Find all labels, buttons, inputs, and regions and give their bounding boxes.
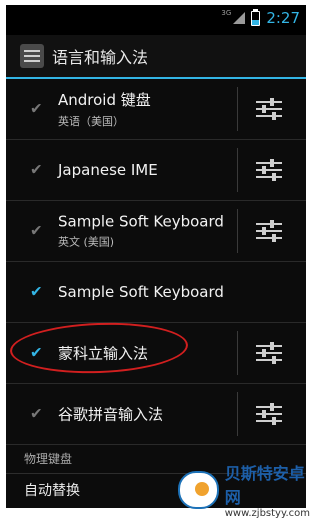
row-divider (237, 209, 238, 253)
input-method-text: Sample Soft Keyboard 英文 (美国) (58, 213, 224, 250)
row-divider (237, 392, 238, 436)
page-title: 语言和输入法 (52, 48, 149, 67)
watermark-name: 贝斯特安卓网 (224, 464, 305, 507)
row-divider (237, 87, 238, 131)
battery-icon (251, 8, 261, 26)
checkbox-icon[interactable]: ✔ (30, 101, 45, 117)
settings-sliders-icon[interactable] (256, 98, 282, 120)
input-method-subtitle: 英语（美国） (58, 115, 124, 128)
input-method-name: Sample Soft Keyboard (58, 212, 224, 231)
input-method-name: Sample Soft Keyboard (58, 283, 224, 301)
input-method-text: Android 键盘英语（美国） (58, 89, 151, 129)
watermark: 贝斯特安卓网 www.zjbstyy.com (178, 464, 310, 519)
clock: 2:27 (266, 9, 300, 27)
checkbox-icon[interactable]: ✔ (30, 406, 45, 422)
checkbox-icon[interactable]: ✔ (30, 284, 45, 300)
watermark-text: 贝斯特安卓网 www.zjbstyy.com (225, 460, 310, 519)
input-method-row[interactable]: ✔ Sample Soft Keyboard (6, 262, 306, 323)
status-right: 3G 2:27 (221, 8, 300, 27)
input-method-text: Japanese IME (58, 161, 158, 179)
checkbox-icon[interactable]: ✔ (30, 162, 45, 178)
checkbox-icon[interactable]: ✔ (30, 223, 45, 239)
input-method-row[interactable]: ✔ Sample Soft Keyboard 英文 (美国) (6, 201, 306, 262)
input-method-list: ✔ Android 键盘英语（美国） ✔ Japanese IME ✔ Sample So… (6, 79, 306, 445)
input-method-row[interactable]: ✔ Japanese IME (6, 140, 306, 201)
watermark-url: www.zjbstyy.com (224, 508, 310, 519)
status-bar: 3G 2:27 (6, 5, 306, 35)
input-method-name: Japanese IME (58, 161, 158, 179)
watermark-logo-icon (178, 470, 219, 509)
input-method-subtitle: 英文 (美国) (58, 235, 115, 249)
input-method-text: 谷歌拼音输入法 (58, 404, 163, 425)
signal-icon (233, 12, 246, 24)
input-method-row[interactable]: ✔ Android 键盘英语（美国） (6, 79, 306, 140)
settings-sliders-icon[interactable] (256, 159, 282, 181)
input-method-text: Sample Soft Keyboard (58, 283, 224, 301)
settings-sliders-icon[interactable] (256, 403, 282, 425)
input-method-row[interactable]: ✔ 谷歌拼音输入法 (6, 384, 306, 445)
settings-app-icon[interactable] (20, 44, 44, 68)
input-method-name: Android 键盘 (58, 91, 151, 109)
phone-screen: 3G 2:27 语言和输入法 ✔ Android 键盘英语（美国） ✔ Japanes… (6, 5, 306, 508)
action-bar: 语言和输入法 (6, 35, 306, 79)
settings-sliders-icon[interactable] (256, 342, 282, 364)
input-method-name: 谷歌拼音输入法 (58, 405, 164, 424)
row-divider (237, 331, 238, 375)
row-divider (237, 148, 238, 192)
network-type: 3G (221, 9, 232, 17)
settings-sliders-icon[interactable] (256, 220, 282, 242)
